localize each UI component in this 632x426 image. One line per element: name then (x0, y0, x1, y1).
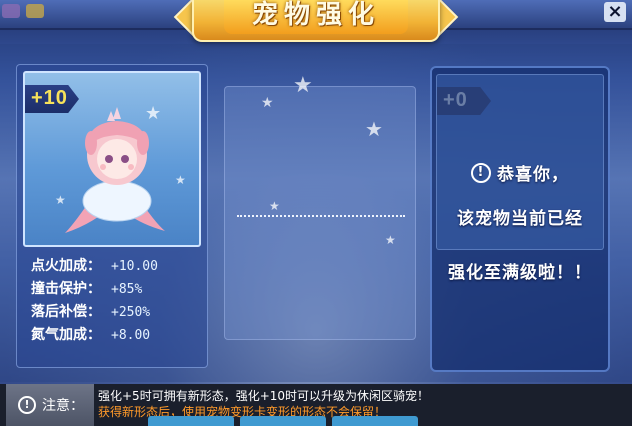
star-icon: ★ (293, 73, 313, 98)
close-button[interactable]: × (604, 2, 626, 22)
divider (237, 215, 405, 217)
bottom-button[interactable] (332, 416, 418, 426)
star-icon: ★ (261, 95, 274, 111)
warning-icon: ! (18, 396, 36, 414)
stat-row: 点火加成： +10.00 (31, 255, 201, 278)
stat-row: 氮气加成： +8.00 (31, 324, 201, 347)
crown-icon (26, 4, 44, 18)
stat-value: +85% (111, 282, 143, 297)
stat-label: 落后补偿： (31, 304, 101, 320)
result-message-text: 恭喜你， (497, 165, 569, 185)
result-panel: +0 ! 恭喜你， 该宠物当前已经 强化至满级啦！！ (430, 66, 610, 372)
star-icon: ★ (269, 199, 280, 213)
pet-image (65, 107, 165, 233)
stat-value: +10.00 (111, 259, 158, 274)
topleft-icons (2, 4, 44, 18)
bottom-button[interactable] (240, 416, 326, 426)
notice-line1: 强化+5时可拥有新形态，强化+10时可以升级为休闲区骑宠！ (98, 389, 430, 403)
stat-row: 落后补偿： +250% (31, 301, 201, 324)
stat-value: +250% (111, 305, 151, 320)
bottom-buttons (148, 416, 418, 426)
star-icon: ★ (365, 117, 383, 141)
material-slot-panel[interactable]: ★ ★ ★ ★ ★ (224, 73, 416, 340)
result-message-line2: 该宠物当前已经 (457, 209, 583, 229)
exclamation-icon: ! (471, 162, 491, 183)
stat-row: 撞击保护： +85% (31, 278, 201, 301)
pet-card[interactable]: ★ ★ ★ +10 (23, 71, 201, 247)
page-title: 宠物强化 (224, 0, 408, 34)
pet-panel: ★ ★ ★ +10 点火加成： +10.00 撞击保护： +85% 落后补偿： … (16, 64, 208, 368)
stat-value: +8.00 (111, 328, 151, 343)
star-icon: ★ (385, 233, 396, 247)
stat-label: 撞击保护： (31, 281, 101, 297)
notice-label: 注意： (42, 398, 84, 414)
result-message-line3: 强化至满级啦！！ (448, 263, 592, 283)
stat-label: 氮气加成： (31, 327, 101, 343)
pet-stats: 点火加成： +10.00 撞击保护： +85% 落后补偿： +250% 氮气加成… (31, 255, 201, 347)
notice-header: ! 注意： (6, 384, 94, 426)
title-banner: 宠物强化 (192, 0, 440, 42)
stat-label: 点火加成： (31, 258, 101, 274)
bottom-button[interactable] (148, 416, 234, 426)
heart-icon (2, 4, 20, 18)
result-message-line1: ! 恭喜你， (432, 160, 608, 185)
result-level: +0 (443, 89, 468, 111)
